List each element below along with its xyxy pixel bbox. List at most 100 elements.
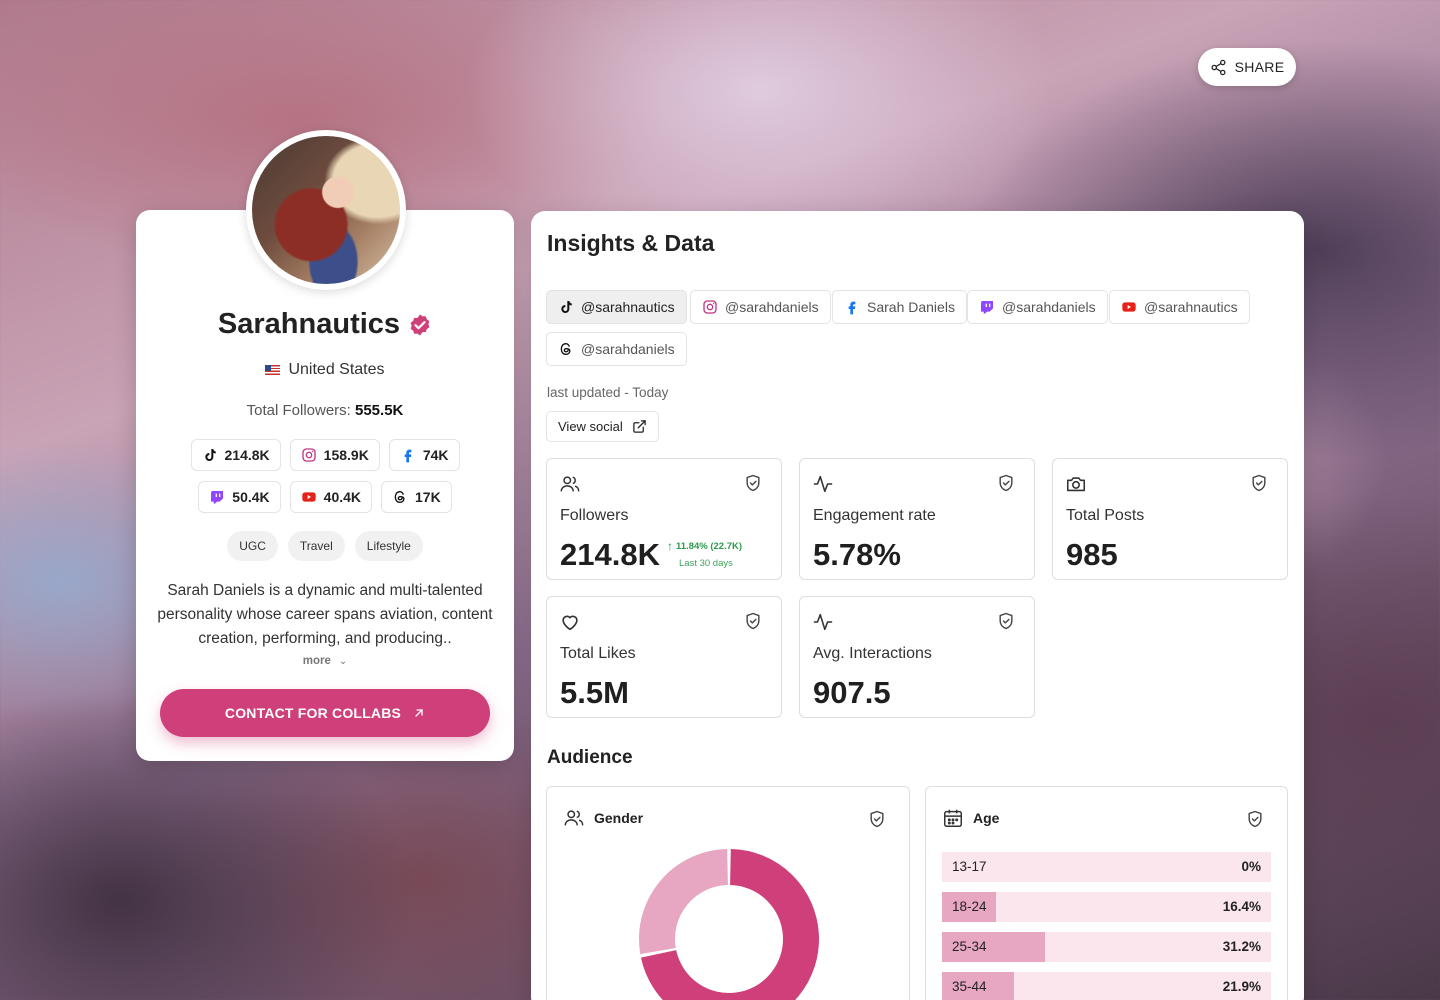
avatar bbox=[246, 130, 406, 290]
platform-chip-tiktok[interactable]: 214.8K bbox=[190, 439, 281, 471]
view-social-button[interactable]: View social bbox=[546, 411, 659, 442]
more-toggle[interactable]: more ⌄ bbox=[136, 655, 514, 667]
heart-icon bbox=[562, 615, 578, 631]
social-tab-twitch[interactable]: @sarahdaniels bbox=[967, 290, 1108, 324]
shield-check-icon bbox=[1248, 810, 1262, 828]
shield-check-icon bbox=[746, 474, 760, 492]
age-row: 25-34 31.2% bbox=[942, 932, 1271, 962]
arrow-up-right-icon bbox=[415, 709, 423, 717]
platform-count: 214.8K bbox=[224, 447, 270, 463]
age-pct: 16.4% bbox=[1222, 899, 1261, 914]
stat-value: 985 bbox=[1066, 537, 1118, 572]
stat-value: 907.5 bbox=[813, 675, 891, 710]
stat-card-total-posts: Total Posts 985 bbox=[1052, 458, 1288, 580]
social-tab-instagram[interactable]: @sarahdaniels bbox=[690, 290, 831, 324]
social-tab-label: @sarahdaniels bbox=[581, 341, 675, 357]
tag-ugc[interactable]: UGC bbox=[227, 531, 278, 561]
age-label: 25-34 bbox=[952, 939, 987, 954]
shield-check-icon bbox=[870, 810, 884, 828]
stat-value: 5.78% bbox=[813, 537, 901, 572]
platform-count: 17K bbox=[415, 489, 441, 505]
instagram-icon bbox=[301, 448, 316, 462]
twitch-icon bbox=[211, 491, 224, 504]
social-tab-facebook[interactable]: Sarah Daniels bbox=[832, 290, 967, 324]
growth-period: Last 30 days bbox=[679, 558, 733, 569]
followers-growth: ↑ 11.84% (22.7K) Last 30 days bbox=[667, 539, 742, 569]
platform-chips-row-2: 50.4K 40.4K 17K bbox=[136, 481, 514, 513]
social-tab-label: Sarah Daniels bbox=[867, 299, 955, 315]
activity-icon bbox=[813, 475, 833, 493]
last-updated: last updated - Today bbox=[547, 385, 669, 400]
tag-travel[interactable]: Travel bbox=[287, 531, 345, 561]
age-pct: 0% bbox=[1241, 859, 1261, 874]
stat-label: Engagement rate bbox=[813, 507, 936, 524]
social-tab-label: @sarahdaniels bbox=[1002, 299, 1096, 315]
instagram-icon bbox=[703, 300, 717, 314]
platform-count: 50.4K bbox=[232, 489, 270, 505]
age-row: 18-24 16.4% bbox=[942, 892, 1271, 922]
social-tab-youtube[interactable]: @sarahnautics bbox=[1109, 290, 1250, 324]
share-button[interactable]: SHARE bbox=[1198, 48, 1296, 86]
tiktok-icon bbox=[561, 301, 572, 313]
twitch-icon bbox=[981, 301, 993, 314]
stat-value: 214.8K bbox=[560, 537, 660, 572]
contact-label: CONTACT FOR COLLABS bbox=[224, 705, 402, 721]
platform-count: 158.9K bbox=[323, 447, 369, 463]
platform-chip-twitch[interactable]: 50.4K bbox=[198, 481, 281, 513]
users-icon bbox=[564, 810, 584, 826]
shield-check-icon bbox=[746, 612, 760, 630]
platform-chip-youtube[interactable]: 40.4K bbox=[289, 481, 373, 513]
stat-card-avg-interactions: Avg. Interactions 907.5 bbox=[799, 596, 1035, 718]
gender-card: Gender bbox=[546, 786, 910, 1000]
platform-chips-row-1: 214.8K 158.9K 74K bbox=[136, 439, 514, 471]
platform-count: 74K bbox=[422, 447, 449, 463]
platform-count: 40.4K bbox=[323, 489, 362, 505]
gender-title: Gender bbox=[594, 810, 644, 826]
verified-icon bbox=[410, 314, 430, 335]
activity-icon bbox=[813, 613, 833, 631]
view-social-label: View social bbox=[558, 419, 623, 434]
chevron-down-icon: ⌄ bbox=[338, 656, 348, 667]
platform-chip-instagram[interactable]: 158.9K bbox=[289, 439, 380, 471]
age-label: 18-24 bbox=[952, 899, 987, 914]
tag-lifestyle[interactable]: Lifestyle bbox=[354, 531, 423, 561]
contact-for-collabs-button[interactable]: CONTACT FOR COLLABS bbox=[160, 689, 490, 737]
share-label: SHARE bbox=[1234, 59, 1285, 75]
social-tab-tiktok[interactable]: @sarahnautics bbox=[546, 290, 687, 324]
bio-text: Sarah Daniels is a dynamic and multi-tal… bbox=[157, 582, 493, 647]
facebook-icon bbox=[404, 449, 412, 463]
share-icon bbox=[1211, 59, 1226, 75]
shield-check-icon bbox=[1252, 474, 1266, 492]
users-icon bbox=[560, 476, 580, 492]
more-label: more bbox=[302, 655, 331, 667]
stat-label: Followers bbox=[560, 507, 629, 524]
age-title: Age bbox=[973, 810, 1000, 826]
stat-card-total-likes: Total Likes 5.5M bbox=[546, 596, 782, 718]
tiktok-icon bbox=[204, 449, 216, 461]
facebook-icon bbox=[848, 301, 856, 315]
age-row: 13-17 0% bbox=[942, 852, 1271, 882]
threads-icon bbox=[394, 490, 405, 504]
arrow-up-icon: ↑ bbox=[667, 539, 673, 553]
external-link-icon bbox=[633, 420, 646, 433]
social-tab-threads[interactable]: @sarahdaniels bbox=[546, 332, 687, 366]
growth-value: 11.84% (22.7K) bbox=[676, 540, 743, 552]
social-tab-label: @sarahnautics bbox=[1144, 299, 1238, 315]
total-followers-value: 555.5K bbox=[355, 402, 404, 419]
total-followers-label: Total Followers: bbox=[246, 402, 351, 419]
age-card: Age 13-17 0% 18-24 16.4% 25-34 31.2% 35-… bbox=[925, 786, 1288, 1000]
stat-label: Avg. Interactions bbox=[813, 645, 932, 662]
youtube-icon bbox=[1122, 302, 1136, 312]
calendar-icon bbox=[944, 809, 962, 827]
us-flag-icon bbox=[265, 365, 281, 375]
platform-chip-threads[interactable]: 17K bbox=[381, 481, 452, 513]
audience-title: Audience bbox=[547, 747, 633, 768]
stat-card-engagement-rate: Engagement rate 5.78% bbox=[799, 458, 1035, 580]
gender-header: Gender bbox=[563, 807, 643, 829]
platform-chip-facebook[interactable]: 74K bbox=[388, 439, 460, 471]
stat-card-followers: Followers 214.8K ↑ 11.84% (22.7K) Last 30… bbox=[546, 458, 782, 580]
profile-name-row: Sarahnautics bbox=[136, 308, 514, 341]
country-label: United States bbox=[288, 361, 385, 378]
stat-value: 5.5M bbox=[560, 675, 629, 710]
gender-donut-chart bbox=[639, 849, 819, 1000]
